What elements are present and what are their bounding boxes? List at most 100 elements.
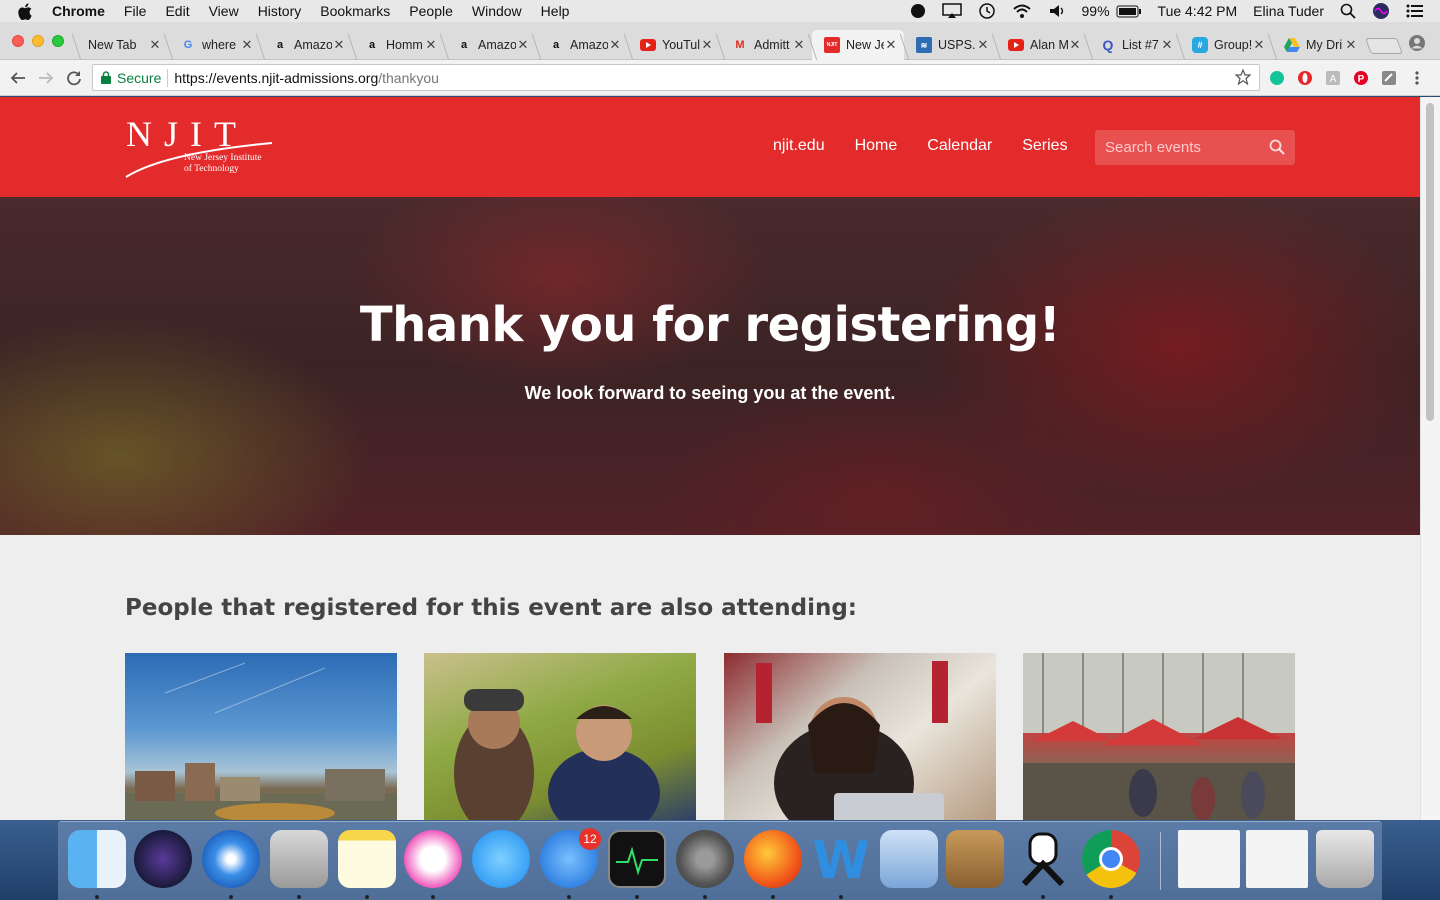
- reload-icon[interactable]: [64, 68, 84, 88]
- search-events-input[interactable]: [1095, 130, 1295, 165]
- close-tab-icon[interactable]: ✕: [1344, 37, 1358, 53]
- chrome-icon[interactable]: [1082, 830, 1140, 888]
- minimized-firefox-window-thumbnail[interactable]: [1246, 830, 1308, 888]
- close-tab-icon[interactable]: ✕: [424, 37, 438, 53]
- also-attending-heading: People that registered for this event ar…: [125, 595, 858, 621]
- clock[interactable]: Tue 4:42 PM: [1158, 3, 1238, 19]
- status-dot-icon[interactable]: [910, 3, 926, 19]
- svg-text:A: A: [1330, 74, 1337, 85]
- siri-icon[interactable]: [1372, 2, 1390, 20]
- tab-google-search[interactable]: G where ✕: [168, 30, 260, 60]
- activity-monitor-icon[interactable]: [608, 830, 666, 888]
- menu-history[interactable]: History: [258, 3, 302, 19]
- minimized-window-thumbnail[interactable]: [1178, 830, 1240, 888]
- maximize-window-button[interactable]: [52, 35, 64, 47]
- address-bar[interactable]: Secure https://events.njit-admissions.or…: [92, 64, 1260, 91]
- menu-window[interactable]: Window: [472, 3, 522, 19]
- search-icon[interactable]: [1269, 139, 1285, 160]
- close-window-button[interactable]: [12, 35, 24, 47]
- close-tab-icon[interactable]: ✕: [608, 37, 622, 53]
- menu-view[interactable]: View: [209, 3, 239, 19]
- itunes-icon[interactable]: [404, 830, 462, 888]
- nav-link-series[interactable]: Series: [1022, 137, 1067, 155]
- close-tab-icon[interactable]: ✕: [240, 37, 254, 53]
- menu-file[interactable]: File: [124, 3, 147, 19]
- menu-edit[interactable]: Edit: [165, 3, 189, 19]
- event-card-campus-cafe[interactable]: [1023, 653, 1295, 820]
- chrome-menu-icon[interactable]: [1408, 69, 1426, 87]
- volume-icon[interactable]: [1048, 3, 1066, 19]
- chrome-profile-icon[interactable]: [1408, 34, 1426, 52]
- tab-gmail[interactable]: M Admitt ✕: [720, 30, 812, 60]
- calculator-icon[interactable]: [270, 830, 328, 888]
- scrollbar-thumb[interactable]: [1426, 103, 1434, 421]
- new-tab-button[interactable]: [1365, 38, 1403, 54]
- forward-arrow-icon[interactable]: [36, 68, 56, 88]
- battery-icon[interactable]: [1116, 5, 1142, 18]
- notification-center-icon[interactable]: [1406, 4, 1424, 18]
- event-card-campus-aerial[interactable]: [125, 653, 397, 820]
- messages-icon[interactable]: [472, 830, 530, 888]
- generic-extension-icon[interactable]: A: [1324, 69, 1342, 87]
- airplay-icon[interactable]: [941, 3, 962, 19]
- close-tab-icon[interactable]: ✕: [1068, 37, 1082, 53]
- grammarly-extension-icon[interactable]: [1268, 69, 1286, 87]
- notes-icon[interactable]: [338, 830, 396, 888]
- nav-link-home[interactable]: Home: [855, 137, 898, 155]
- firefox-icon[interactable]: [744, 830, 802, 888]
- tab-youtube-2[interactable]: Alan M ✕: [996, 30, 1088, 60]
- mail-preview-icon[interactable]: [880, 830, 938, 888]
- tab-quizlet[interactable]: Q List #7 ✕: [1088, 30, 1180, 60]
- close-tab-icon[interactable]: ✕: [1160, 37, 1174, 53]
- tab-amazon-3[interactable]: a Amazo ✕: [444, 30, 536, 60]
- contacts-icon[interactable]: [946, 830, 1004, 888]
- pinterest-extension-icon[interactable]: P: [1352, 69, 1370, 87]
- menu-bookmarks[interactable]: Bookmarks: [320, 3, 390, 19]
- close-tab-icon[interactable]: ✕: [976, 37, 990, 53]
- system-preferences-icon[interactable]: [676, 830, 734, 888]
- back-arrow-icon[interactable]: [8, 68, 28, 88]
- close-tab-icon[interactable]: ✕: [148, 37, 162, 53]
- menu-help[interactable]: Help: [541, 3, 570, 19]
- menu-people[interactable]: People: [409, 3, 453, 19]
- close-tab-icon[interactable]: ✕: [700, 37, 714, 53]
- close-tab-icon[interactable]: ✕: [332, 37, 346, 53]
- tab-amazon-2[interactable]: a Homm ✕: [352, 30, 444, 60]
- battery-percent[interactable]: 99%: [1082, 3, 1110, 19]
- tab-youtube-1[interactable]: YouTul ✕: [628, 30, 720, 60]
- close-tab-icon[interactable]: ✕: [884, 37, 898, 53]
- siri-dock-icon[interactable]: [134, 830, 192, 888]
- safari-icon[interactable]: [202, 830, 260, 888]
- apple-icon[interactable]: [18, 0, 38, 22]
- njit-logo[interactable]: NJIT New Jersey Institute of Technology: [124, 114, 284, 179]
- adblock-extension-icon[interactable]: [1296, 69, 1314, 87]
- finder-icon[interactable]: [68, 830, 126, 888]
- wifi-icon[interactable]: [1012, 3, 1032, 19]
- word-icon[interactable]: W: [812, 830, 870, 891]
- nav-link-calendar[interactable]: Calendar: [927, 137, 992, 155]
- close-tab-icon[interactable]: ✕: [1252, 37, 1266, 53]
- tab-usps[interactable]: ≋ USPS. ✕: [904, 30, 996, 60]
- tab-amazon-4[interactable]: a Amazo ✕: [536, 30, 628, 60]
- spotlight-search-icon[interactable]: [1340, 3, 1356, 19]
- tab-groupme[interactable]: # Group! ✕: [1180, 30, 1272, 60]
- logo-subtitle-line2: of Technology: [184, 164, 239, 174]
- nav-link-njit-edu[interactable]: njit.edu: [773, 137, 825, 155]
- menu-app-name[interactable]: Chrome: [52, 3, 105, 19]
- user-name[interactable]: Elina Tuder: [1253, 3, 1324, 19]
- bookmark-star-icon[interactable]: [1234, 68, 1252, 88]
- tab-amazon-1[interactable]: a Amazo ✕: [260, 30, 352, 60]
- note-extension-icon[interactable]: [1380, 69, 1398, 87]
- tab-njit-active[interactable]: NJIT New Je ✕: [812, 30, 904, 60]
- close-tab-icon[interactable]: ✕: [516, 37, 530, 53]
- trash-icon[interactable]: [1316, 830, 1374, 888]
- minimize-window-button[interactable]: [32, 35, 44, 47]
- tab-new-tab[interactable]: New Tab ✕: [76, 30, 168, 60]
- event-card-student-phone[interactable]: [724, 653, 996, 820]
- time-machine-icon[interactable]: [978, 2, 996, 20]
- event-card-students-lawn[interactable]: [424, 653, 696, 820]
- page-scrollbar[interactable]: [1420, 97, 1440, 820]
- fame-app-icon[interactable]: [1014, 830, 1072, 888]
- close-tab-icon[interactable]: ✕: [792, 37, 806, 53]
- tab-google-drive[interactable]: My Dri ✕: [1272, 30, 1364, 60]
